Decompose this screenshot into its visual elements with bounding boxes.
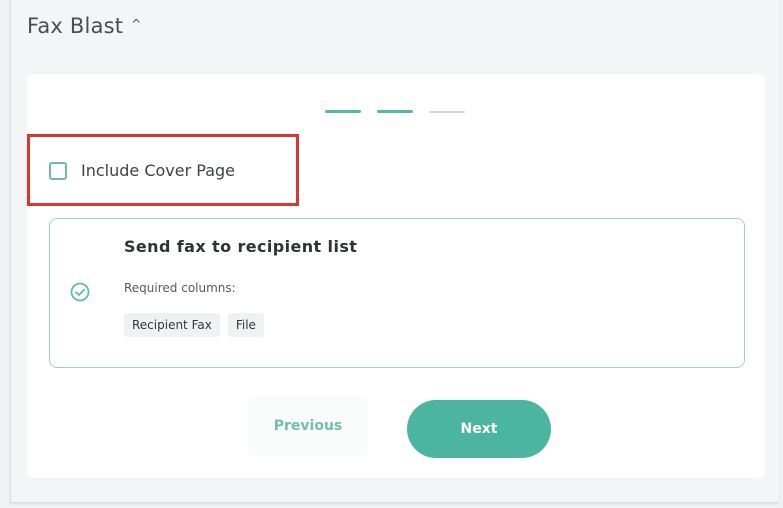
page-title[interactable]: Fax Blast ^ xyxy=(27,14,141,38)
cover-page-label: Include Cover Page xyxy=(81,161,235,180)
option-title: Send fax to recipient list xyxy=(124,237,358,256)
progress-stepper xyxy=(325,110,465,113)
chevron-up-icon[interactable]: ^ xyxy=(131,17,141,31)
column-tag: Recipient Fax xyxy=(124,313,220,337)
step-indicator-2 xyxy=(377,110,413,113)
previous-button[interactable]: Previous xyxy=(248,396,368,456)
wizard-card: Include Cover Page Send fax to recipient… xyxy=(27,74,765,478)
recipient-list-option[interactable]: Send fax to recipient list Required colu… xyxy=(49,218,745,368)
next-button[interactable]: Next xyxy=(407,400,551,458)
cover-page-option[interactable]: Include Cover Page xyxy=(49,161,235,180)
required-columns: Recipient Fax File xyxy=(124,313,264,337)
check-circle-icon xyxy=(70,282,90,302)
cover-page-checkbox[interactable] xyxy=(49,161,67,180)
page-title-text: Fax Blast xyxy=(27,14,124,38)
step-indicator-1 xyxy=(325,110,361,113)
column-tag: File xyxy=(227,313,264,337)
option-subtitle: Required columns: xyxy=(124,281,236,295)
fax-blast-panel: Fax Blast ^ Include Cover Page Send fax … xyxy=(10,0,779,503)
step-indicator-3 xyxy=(429,111,465,113)
